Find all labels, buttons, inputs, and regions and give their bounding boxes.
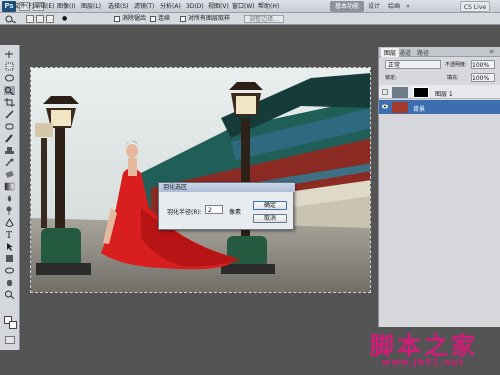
photo-scene [31, 68, 370, 292]
antialias-checkbox[interactable] [114, 16, 120, 22]
history-brush-tool-icon[interactable] [4, 158, 15, 167]
menu-analysis[interactable]: 分析(A) [160, 2, 181, 11]
tab-channels[interactable]: 通道 [399, 48, 411, 57]
cs-live-button[interactable]: CS Live [460, 1, 490, 12]
pen-tool-icon[interactable] [4, 218, 15, 227]
brush-tool-icon[interactable] [4, 134, 15, 143]
quick-selection-tool-icon[interactable] [4, 86, 15, 95]
feather-unit-label: 像素 [229, 209, 242, 216]
layer-name: 背景 [413, 106, 426, 113]
contiguous-checkbox[interactable] [150, 16, 156, 22]
contiguous-label: 连续 [158, 15, 171, 22]
menu-layer[interactable]: 图层(L) [81, 2, 101, 11]
fill-field[interactable]: 100% [471, 73, 495, 82]
type-tool-icon[interactable]: T [4, 230, 15, 239]
blend-mode-select[interactable]: 正常 [385, 60, 441, 69]
background-layer-thumbnail [392, 102, 408, 113]
watermark-title: 脚本之家 [370, 331, 478, 360]
lock-label: 锁定: [385, 75, 397, 81]
tab-layers[interactable]: 图层 [381, 48, 400, 57]
layer-name: 图层 1 [435, 91, 453, 98]
quick-mask-icon[interactable] [5, 336, 15, 344]
workspace-design-tab[interactable]: 设计 [366, 1, 382, 12]
menu-file[interactable]: 文件(F) [14, 2, 34, 11]
menu-filter[interactable]: 滤镜(T) [134, 2, 154, 11]
antialias-label: 消除锯齿 [122, 15, 147, 22]
sample-all-layers-checkbox[interactable] [180, 16, 186, 22]
brush-size-label: ● [62, 15, 68, 22]
document-canvas[interactable] [30, 67, 371, 293]
menu-select[interactable]: 选择(S) [108, 2, 129, 11]
feather-radius-input[interactable]: 2 [205, 205, 223, 214]
path-selection-tool-icon[interactable] [4, 242, 15, 251]
dialog-title: 羽化选区 [159, 183, 295, 192]
layers-panel: 图层 通道 路径 ≡ 正常 不透明度: 100% 锁定: 填充: 100% 图层… [378, 47, 500, 327]
workspace-more-button[interactable]: » [404, 1, 412, 12]
opacity-label: 不透明度: [445, 62, 467, 68]
shape-tool-icon[interactable] [4, 254, 15, 263]
background-color-swatch[interactable] [9, 321, 17, 329]
svg-text:T: T [6, 231, 12, 239]
eyedropper-tool-icon[interactable] [4, 110, 15, 119]
eye-icon[interactable] [382, 104, 388, 109]
clone-stamp-tool-icon[interactable] [4, 146, 15, 155]
add-to-selection-icon[interactable] [36, 15, 44, 23]
marquee-tool-icon[interactable] [4, 62, 15, 71]
watermark-url: www.jb51.net [382, 358, 465, 368]
layer-mask-thumbnail [413, 87, 429, 98]
menu-window[interactable]: 窗口(W) [232, 2, 255, 11]
cancel-button[interactable]: 取消 [253, 214, 287, 223]
tab-paths[interactable]: 路径 [417, 48, 429, 57]
blur-tool-icon[interactable] [4, 194, 15, 203]
hand-tool-icon[interactable] [4, 278, 15, 287]
fill-label: 填充: [447, 75, 459, 81]
workspace-essentials-tab[interactable]: 基本功能 [330, 1, 364, 12]
eraser-tool-icon[interactable] [4, 170, 15, 179]
subtract-selection-icon[interactable] [46, 15, 54, 23]
menu-view[interactable]: 视图(V) [208, 2, 229, 11]
dodge-tool-icon[interactable] [4, 206, 15, 215]
quick-select-tool-icon[interactable] [4, 15, 18, 24]
lasso-tool-icon[interactable] [4, 74, 15, 83]
menu-3d[interactable]: 3D(D) [186, 2, 204, 11]
move-tool-icon[interactable] [4, 50, 15, 59]
sample-all-layers-label: 对所有图层取样 [188, 15, 231, 22]
gradient-tool-icon[interactable] [4, 182, 15, 191]
3d-rotate-tool-icon[interactable] [4, 266, 15, 275]
ok-button[interactable]: 确定 [253, 201, 287, 210]
workspace-painting-tab[interactable]: 绘画 [386, 1, 402, 12]
healing-brush-tool-icon[interactable] [4, 122, 15, 131]
layer-thumbnail [392, 87, 408, 98]
menu-image[interactable]: 图像(I) [57, 2, 75, 11]
panel-menu-icon[interactable]: ≡ [489, 48, 494, 55]
menu-help[interactable]: 帮助(H) [258, 2, 279, 11]
refine-edge-button[interactable]: 调整边缘... [244, 15, 284, 23]
zoom-tool-icon[interactable] [4, 290, 15, 299]
crop-tool-icon[interactable] [4, 98, 15, 107]
new-selection-icon[interactable] [26, 15, 34, 23]
layer-visibility-toggle[interactable] [382, 89, 388, 95]
menu-edit[interactable]: 编辑(E) [34, 2, 54, 11]
feather-selection-dialog: 羽化选区 羽化半径(R): 2 像素 确定 取消 [158, 182, 295, 230]
feather-radius-label: 羽化半径(R): [167, 209, 202, 216]
opacity-field[interactable]: 100% [471, 60, 495, 69]
